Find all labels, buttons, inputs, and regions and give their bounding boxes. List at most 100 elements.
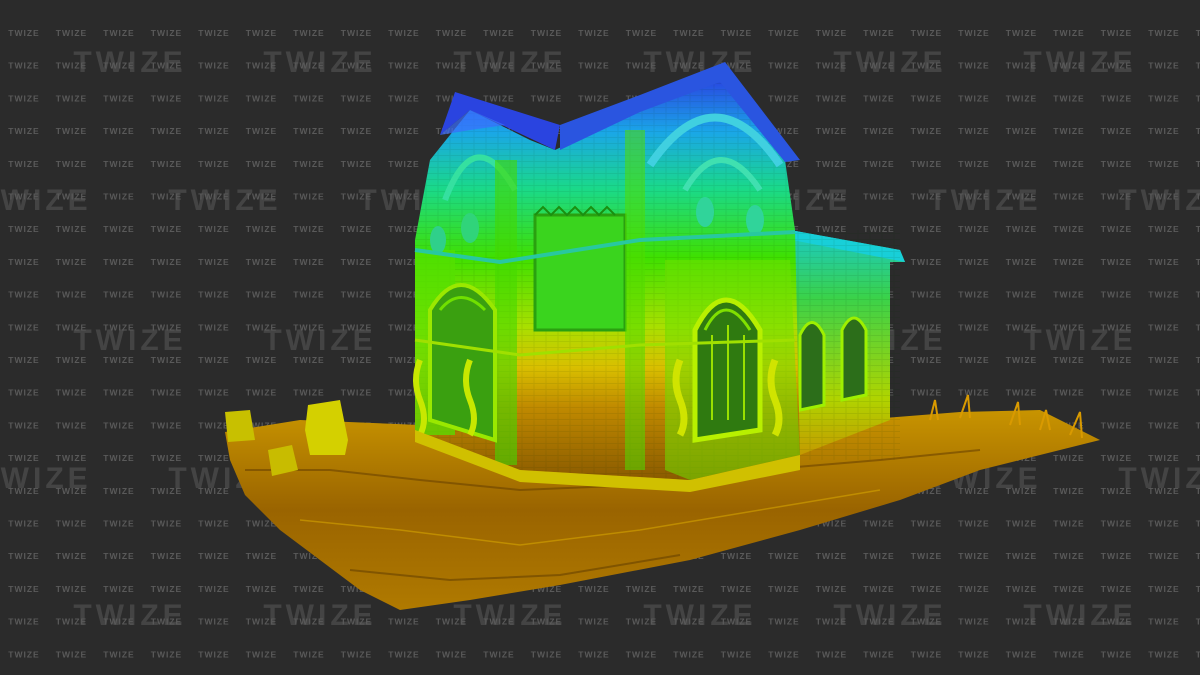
watermark-label: TWIZE xyxy=(151,649,182,659)
watermark-label: TWIZE xyxy=(1148,649,1179,659)
watermark-label: TWIZE xyxy=(151,28,182,38)
watermark-label: TWIZE xyxy=(578,584,609,594)
watermark-label: TWIZE xyxy=(151,290,182,300)
watermark-label: TWIZE xyxy=(56,519,87,529)
watermark-label-large: TWIZE xyxy=(643,599,756,632)
watermark-label: TWIZE xyxy=(1196,224,1200,234)
watermark-label: TWIZE xyxy=(531,28,562,38)
watermark-label: TWIZE xyxy=(8,420,39,430)
watermark-label: TWIZE xyxy=(958,126,989,136)
watermark-label: TWIZE xyxy=(341,126,372,136)
watermark-label: TWIZE xyxy=(768,93,799,103)
watermark-label: TWIZE xyxy=(293,126,324,136)
watermark-label: TWIZE xyxy=(246,290,277,300)
watermark-label: TWIZE xyxy=(198,257,229,267)
watermark-label: TWIZE xyxy=(341,224,372,234)
watermark-label: TWIZE xyxy=(816,584,847,594)
watermark-label: TWIZE xyxy=(578,649,609,659)
watermark-label: TWIZE xyxy=(721,584,752,594)
watermark-label-large: TWIZE xyxy=(1118,462,1200,495)
watermark-label: TWIZE xyxy=(1101,388,1132,398)
watermark-label: TWIZE xyxy=(863,126,894,136)
watermark-label: TWIZE xyxy=(8,159,39,169)
watermark-label: TWIZE xyxy=(198,126,229,136)
watermark-label: TWIZE xyxy=(1006,551,1037,561)
watermark-label: TWIZE xyxy=(673,28,704,38)
watermark-label: TWIZE xyxy=(341,93,372,103)
watermark-label: TWIZE xyxy=(721,28,752,38)
viewport[interactable]: TWIZE TWIZE TWIZE TWIZE TWIZE TWIZE TWIZE TWIZE… xyxy=(0,0,1200,675)
watermark-label: TWIZE xyxy=(198,388,229,398)
watermark-label: TWIZE xyxy=(1148,584,1179,594)
watermark-label-large: TWIZE xyxy=(168,184,281,217)
watermark-label-large: TWIZE xyxy=(263,599,376,632)
watermark-label: TWIZE xyxy=(1053,551,1084,561)
watermark-label: TWIZE xyxy=(768,61,799,71)
watermark-label-large: TWIZE xyxy=(1023,46,1136,79)
watermark-label: TWIZE xyxy=(246,388,277,398)
watermark-label: TWIZE xyxy=(768,584,799,594)
watermark-label: TWIZE xyxy=(8,126,39,136)
watermark-label: TWIZE xyxy=(198,355,229,365)
building-front xyxy=(413,62,800,492)
watermark-label: TWIZE xyxy=(1101,28,1132,38)
watermark-label: TWIZE xyxy=(341,290,372,300)
watermark-label: TWIZE xyxy=(293,257,324,267)
watermark-label: TWIZE xyxy=(958,617,989,627)
watermark-label: TWIZE xyxy=(198,290,229,300)
watermark-label: TWIZE xyxy=(388,93,419,103)
watermark-label: TWIZE xyxy=(626,28,657,38)
watermark-label: TWIZE xyxy=(198,28,229,38)
watermark-label: TWIZE xyxy=(103,551,134,561)
watermark-label: TWIZE xyxy=(103,453,134,463)
watermark-label: TWIZE xyxy=(958,322,989,332)
watermark-label: TWIZE xyxy=(293,290,324,300)
watermark-label: TWIZE xyxy=(1101,584,1132,594)
watermark-label: TWIZE xyxy=(1196,322,1200,332)
watermark-label: TWIZE xyxy=(151,519,182,529)
watermark-label: TWIZE xyxy=(341,388,372,398)
watermark-label: TWIZE xyxy=(388,159,419,169)
watermark-label: TWIZE xyxy=(1101,551,1132,561)
watermark-label: TWIZE xyxy=(483,649,514,659)
watermark-label: TWIZE xyxy=(721,551,752,561)
watermark-label: TWIZE xyxy=(56,551,87,561)
watermark-label: TWIZE xyxy=(56,388,87,398)
watermark-label: TWIZE xyxy=(151,159,182,169)
watermark-label: TWIZE xyxy=(198,322,229,332)
watermark-label: TWIZE xyxy=(911,649,942,659)
watermark-label: TWIZE xyxy=(388,126,419,136)
watermark-label: TWIZE xyxy=(1053,159,1084,169)
watermark-label: TWIZE xyxy=(1101,257,1132,267)
watermark-label: TWIZE xyxy=(246,28,277,38)
watermark-label: TWIZE xyxy=(198,649,229,659)
watermark-label: TWIZE xyxy=(56,28,87,38)
watermark-label: TWIZE xyxy=(198,420,229,430)
watermark-label: TWIZE xyxy=(103,290,134,300)
watermark-label: TWIZE xyxy=(8,290,39,300)
watermark-label: TWIZE xyxy=(246,159,277,169)
watermark-label: TWIZE xyxy=(103,649,134,659)
watermark-label: TWIZE xyxy=(8,28,39,38)
watermark-label: TWIZE xyxy=(1101,290,1132,300)
watermark-label: TWIZE xyxy=(1148,224,1179,234)
watermark-label: TWIZE xyxy=(1148,322,1179,332)
watermark-label: TWIZE xyxy=(8,224,39,234)
watermark-label-large: TWIZE xyxy=(1023,599,1136,632)
watermark-label: TWIZE xyxy=(863,28,894,38)
watermark-label: TWIZE xyxy=(151,257,182,267)
watermark-label: TWIZE xyxy=(198,159,229,169)
watermark-label: TWIZE xyxy=(816,93,847,103)
watermark-label: TWIZE xyxy=(816,551,847,561)
watermark-label: TWIZE xyxy=(626,649,657,659)
watermark-label: TWIZE xyxy=(8,551,39,561)
watermark-label: TWIZE xyxy=(816,159,847,169)
watermark-label: TWIZE xyxy=(958,551,989,561)
watermark-label: TWIZE xyxy=(388,649,419,659)
watermark-label: TWIZE xyxy=(246,224,277,234)
point-cloud-scene[interactable]: TWIZE TWIZE TWIZE TWIZE TWIZE TWIZE TWIZE TWIZE… xyxy=(0,0,1200,675)
watermark-label: TWIZE xyxy=(8,617,39,627)
watermark-label: TWIZE xyxy=(246,584,277,594)
watermark-label: TWIZE xyxy=(8,322,39,332)
watermark-label: TWIZE xyxy=(1148,126,1179,136)
